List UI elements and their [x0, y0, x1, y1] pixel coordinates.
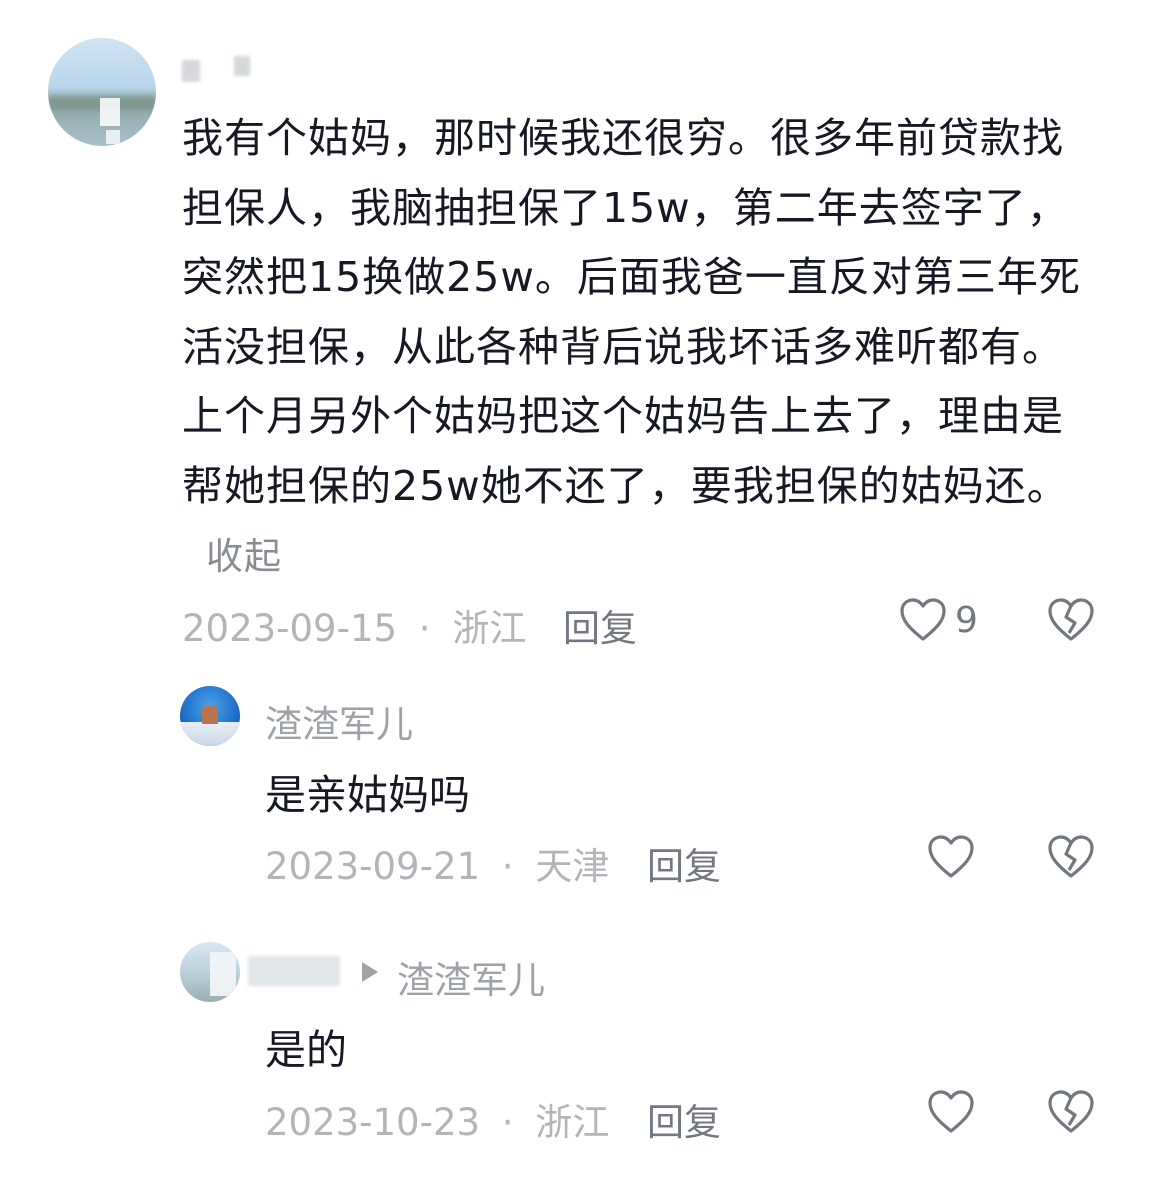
reply-date: 2023-10-23 [265, 1101, 481, 1144]
heart-outline-icon[interactable] [927, 834, 975, 880]
heart-outline-icon[interactable] [927, 1089, 975, 1135]
comment-text: 我有个姑妈，那时候我还很穷。很多年前贷款找担保人，我脑抽担保了15w，第二年去签… [182, 114, 1081, 510]
meta-separator: · [501, 845, 514, 888]
heart-outline-icon[interactable] [899, 597, 947, 643]
reply-text: 是亲姑妈吗 [265, 771, 470, 819]
broken-heart-icon[interactable] [1047, 597, 1095, 643]
comment-meta: 2023-09-15 · 浙江 [182, 598, 526, 652]
broken-heart-icon[interactable] [1047, 1089, 1095, 1135]
comment-date: 2023-09-15 [182, 607, 398, 650]
commenter-avatar[interactable] [48, 38, 156, 146]
reply-button[interactable]: 回复 [563, 598, 637, 652]
triangle-right-icon [362, 962, 378, 982]
commenter-username-blurred-2 [234, 56, 250, 76]
reply-avatar[interactable] [180, 686, 240, 746]
reply-to-username[interactable]: 渣渣军儿 [397, 950, 545, 1004]
commenter-username-blurred[interactable] [182, 60, 200, 82]
reply-location: 浙江 [535, 1101, 610, 1144]
reply-button[interactable]: 回复 [647, 836, 721, 890]
reply-avatar[interactable] [180, 942, 240, 1002]
reply-text: 是的 [265, 1026, 347, 1074]
like-count: 9 [955, 600, 978, 641]
comment-body: 我有个姑妈，那时候我还很穷。很多年前贷款找担保人，我脑抽担保了15w，第二年去签… [182, 104, 1092, 592]
comment-location: 浙江 [452, 607, 527, 650]
reply-username[interactable]: 渣渣军儿 [265, 694, 413, 748]
reply-meta: 2023-09-21 · 天津 [265, 836, 609, 890]
reply-username-blurred[interactable] [248, 956, 340, 986]
collapse-link[interactable]: 收起 [206, 535, 282, 578]
reply-location: 天津 [535, 845, 610, 888]
reply-button[interactable]: 回复 [647, 1092, 721, 1146]
meta-separator: · [418, 607, 431, 650]
reply-meta: 2023-10-23 · 浙江 [265, 1092, 609, 1146]
meta-separator: · [501, 1101, 514, 1144]
broken-heart-icon[interactable] [1047, 834, 1095, 880]
reply-date: 2023-09-21 [265, 845, 481, 888]
